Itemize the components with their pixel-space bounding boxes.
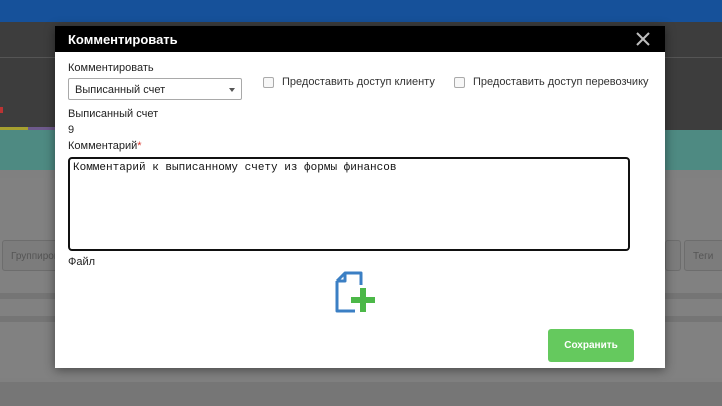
invoice-value: 9 [68,124,75,136]
dialog-header: Комментировать [55,26,665,52]
file-label: Файл [68,256,96,268]
comment-field-label: Комментарий* [68,140,142,152]
toolbar-box[interactable] [665,240,681,271]
app-topbar [0,0,722,22]
comment-dialog: Комментировать Комментировать Выписанный… [55,26,665,368]
header-marker [0,107,3,113]
comment-on-select[interactable]: Выписанный счет [68,78,242,100]
invoice-label: Выписанный счет [68,108,159,120]
placeholder-line [660,316,722,322]
placeholder-line [0,316,60,322]
required-mark: * [137,140,142,152]
dialog-title: Комментировать [68,32,178,47]
share-carrier-toggle[interactable]: Предоставить доступ перевозчику [454,76,649,88]
share-carrier-checkbox[interactable] [454,76,465,88]
share-client-checkbox[interactable] [263,76,274,88]
close-icon[interactable] [635,31,651,47]
tags-button[interactable]: Теги [684,240,722,271]
chevron-down-icon [229,88,235,92]
file-add-icon[interactable] [333,271,379,317]
comment-on-selected-value: Выписанный счет [75,84,166,96]
comment-on-label: Комментировать [68,62,154,74]
share-client-toggle[interactable]: Предоставить доступ клиенту [263,76,435,88]
placeholder-line [0,293,60,299]
share-carrier-label: Предоставить доступ перевозчику [473,76,649,88]
comment-textarea[interactable]: Комментарий к выписанному счету из формы… [68,157,630,251]
save-button[interactable]: Сохранить [548,329,634,362]
share-client-label: Предоставить доступ клиенту [282,76,435,88]
placeholder-line [660,293,722,299]
comment-field-label-text: Комментарий [68,140,138,152]
app-footer [0,382,722,406]
group-button[interactable]: Группировать [2,240,62,271]
